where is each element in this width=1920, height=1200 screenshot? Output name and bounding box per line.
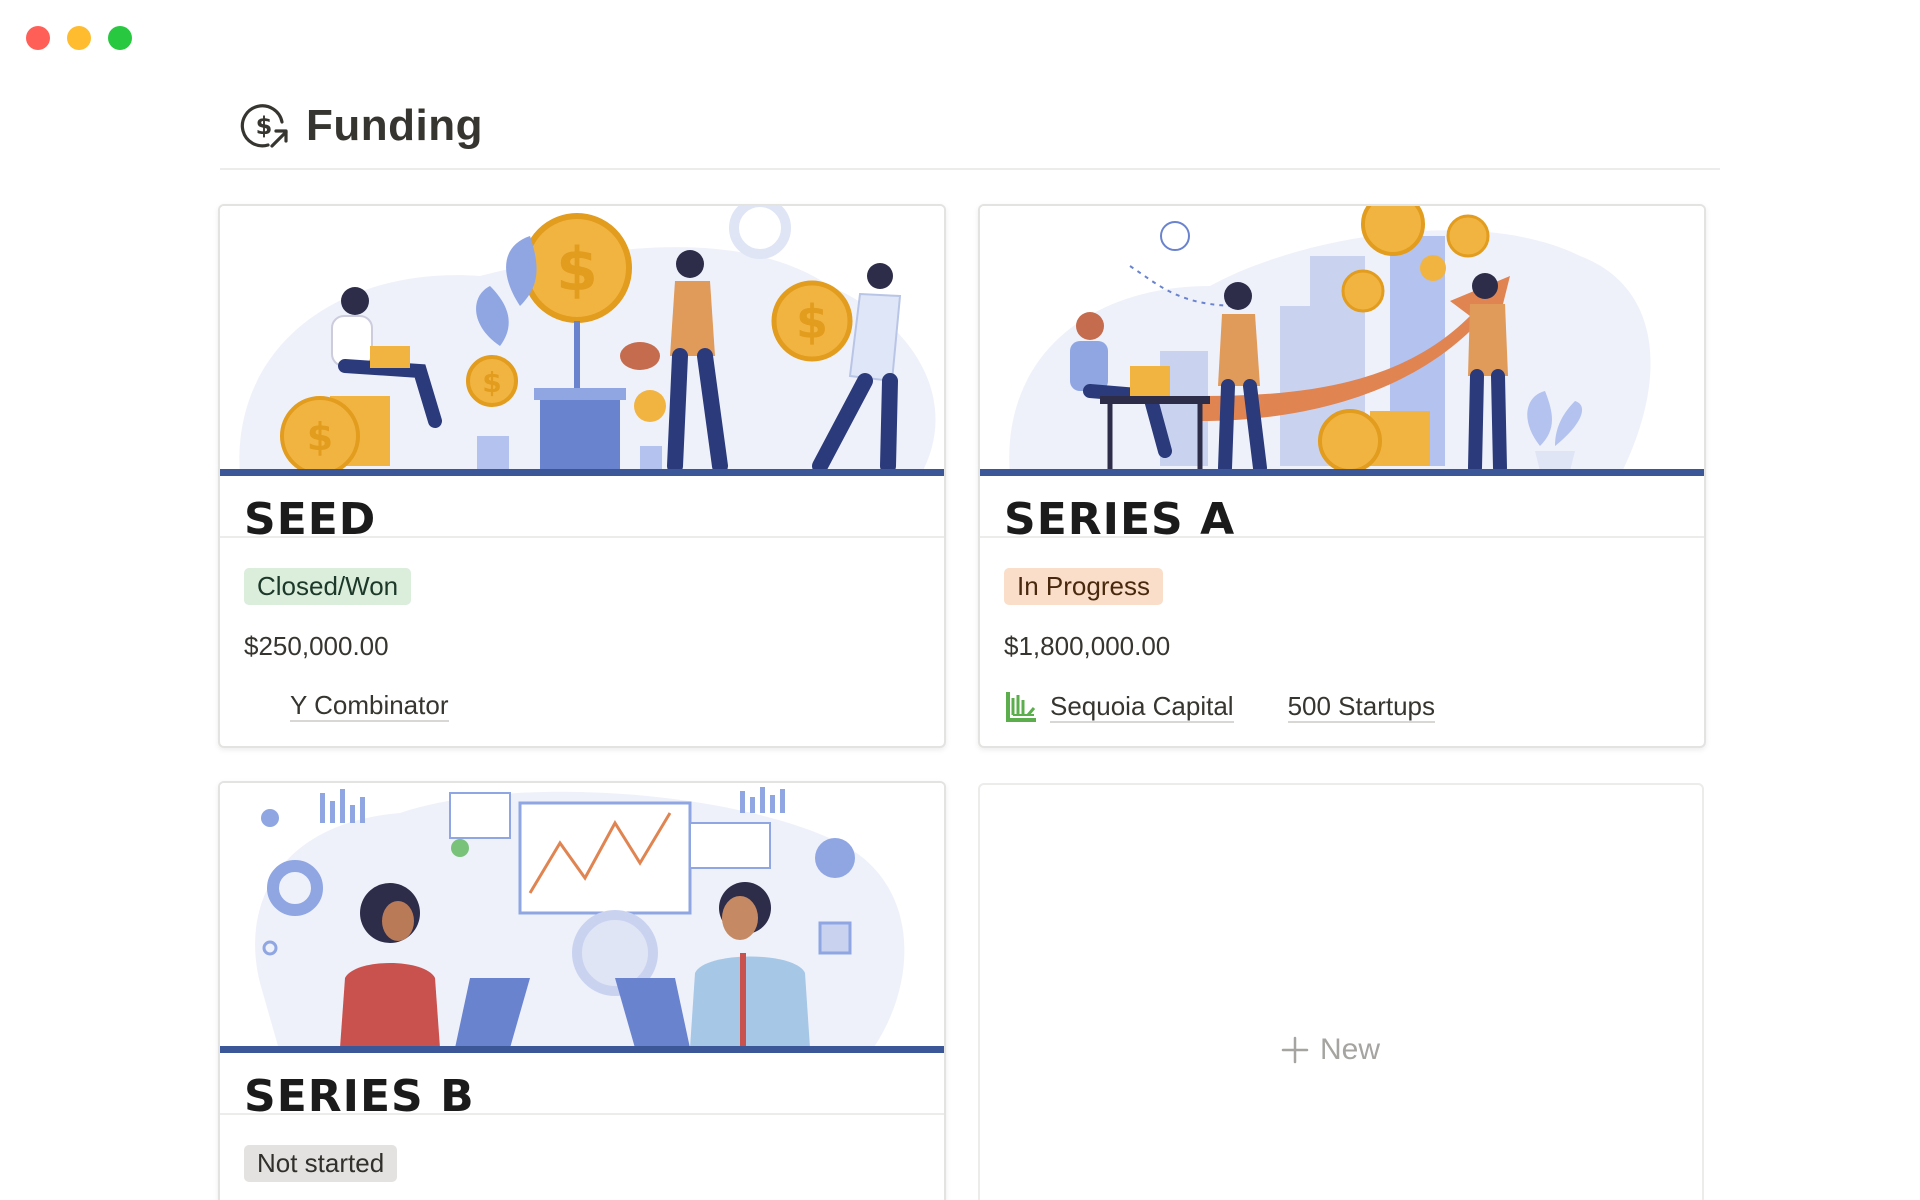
plus-icon bbox=[1281, 1036, 1309, 1064]
investor-link[interactable]: 500 Startups bbox=[1287, 691, 1436, 723]
app-window: $ Funding $ $ $ $ SEED Closed/Won $250,0… bbox=[0, 0, 1920, 1200]
new-card-label: New bbox=[1320, 1033, 1381, 1066]
stage-title: SERIES B bbox=[244, 1071, 475, 1122]
funding-card-seed[interactable]: $ $ $ $ SEED Closed/Won $250,000.00 Y Co… bbox=[218, 204, 946, 748]
investor-link[interactable]: Y Combinator bbox=[244, 690, 449, 722]
status-badge[interactable]: Closed/Won bbox=[244, 568, 412, 605]
amount-value: $250,000.00 bbox=[244, 631, 389, 661]
stage-title: SERIES A bbox=[1004, 494, 1236, 545]
window-controls bbox=[26, 26, 132, 50]
funding-card-series-a[interactable]: SERIES A In Progress $1,800,000.00 Sequo… bbox=[978, 204, 1706, 748]
stage-title-band: SERIES B bbox=[220, 1053, 944, 1122]
stage-title-band: SERIES A bbox=[980, 476, 1704, 545]
svg-text:$: $ bbox=[307, 415, 333, 459]
minimize-window-button[interactable] bbox=[67, 26, 91, 50]
card-properties: Not started bbox=[220, 1115, 944, 1182]
zoom-window-button[interactable] bbox=[108, 26, 132, 50]
stage-title: SEED bbox=[244, 494, 377, 545]
investors-list: Sequoia Capital 500 Startups bbox=[1004, 690, 1680, 724]
investor-name: 500 Startups bbox=[1287, 691, 1436, 723]
investors-list: Y Combinator bbox=[244, 690, 920, 722]
page-header: $ Funding bbox=[220, 84, 1720, 170]
svg-text:$: $ bbox=[482, 366, 501, 399]
cover-accent-bar bbox=[220, 469, 944, 476]
cover-illustration-analytics-team bbox=[220, 783, 944, 1053]
svg-text:$: $ bbox=[796, 295, 828, 349]
sequoia-logo-icon bbox=[1006, 692, 1036, 722]
card-properties: Closed/Won $250,000.00 Y Combinator bbox=[220, 538, 944, 722]
investor-name: Y Combinator bbox=[290, 690, 449, 722]
cover-illustration-coins-plants: $ $ $ $ bbox=[220, 206, 944, 476]
stage-title-band: SEED bbox=[220, 476, 944, 545]
status-badge[interactable]: Not started bbox=[244, 1145, 398, 1182]
funding-card-series-b[interactable]: SERIES B Not started bbox=[218, 781, 946, 1200]
investor-name: Sequoia Capital bbox=[1050, 691, 1234, 723]
cover-accent-bar bbox=[220, 1046, 944, 1053]
new-card-button[interactable]: New bbox=[1280, 1033, 1380, 1067]
svg-text:$: $ bbox=[256, 112, 273, 140]
card-properties: In Progress $1,800,000.00 Sequoia Capita… bbox=[980, 538, 1704, 724]
new-card-placeholder[interactable]: New bbox=[978, 783, 1704, 1200]
dollar-refresh-icon[interactable]: $ bbox=[238, 100, 290, 152]
status-badge[interactable]: In Progress bbox=[1004, 568, 1163, 605]
close-window-button[interactable] bbox=[26, 26, 50, 50]
svg-text:$: $ bbox=[556, 235, 598, 305]
cover-accent-bar bbox=[980, 469, 1704, 476]
page-title: Funding bbox=[306, 101, 483, 150]
investor-link[interactable]: Sequoia Capital bbox=[1004, 690, 1234, 724]
cover-illustration-growth-arrow bbox=[980, 206, 1704, 476]
amount-value: $1,800,000.00 bbox=[1004, 631, 1171, 661]
